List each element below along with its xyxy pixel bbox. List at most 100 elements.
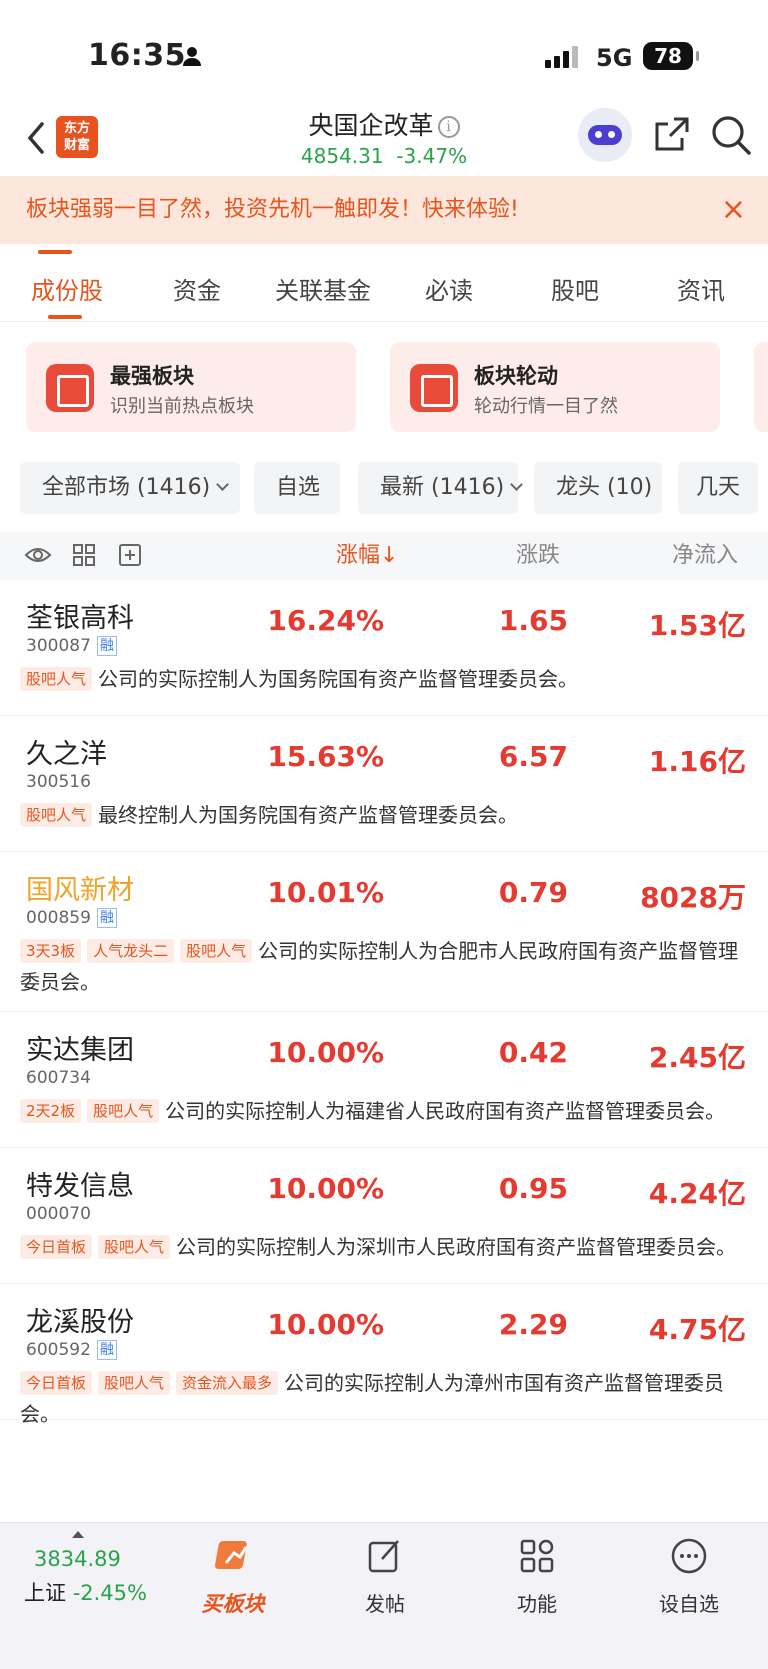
- tab-constituents[interactable]: 成份股: [0, 262, 134, 321]
- tab-related-funds[interactable]: 关联基金: [260, 262, 386, 321]
- stock-code: 300087: [26, 636, 91, 656]
- watchlist-filter[interactable]: 自选: [254, 462, 340, 514]
- card-title: 板块轮动: [474, 364, 558, 388]
- feature-cards: 最强板块 识别当前热点板块 板块轮动 轮动行情一目了然: [26, 342, 768, 432]
- stock-name: 龙溪股份: [26, 1307, 134, 1338]
- stock-change: 0.42: [498, 1036, 568, 1069]
- sector-rotation-card[interactable]: 板块轮动 轮动行情一目了然: [390, 342, 720, 432]
- latest-filter[interactable]: 最新 (1416): [358, 462, 524, 514]
- buy-sector-icon: [215, 1541, 248, 1569]
- stock-pct: 10.00%: [267, 1036, 384, 1069]
- eye-icon[interactable]: [24, 542, 52, 568]
- functions-button[interactable]: 功能: [492, 1537, 582, 1617]
- stock-row[interactable]: 实达集团 600734 10.00% 0.42 2.45亿 2天2板 股吧人气 公司的实际控制…: [0, 1012, 768, 1148]
- stock-code-line: 600734: [26, 1068, 91, 1088]
- stock-row[interactable]: 特发信息 000070 10.00% 0.95 4.24亿 今日首板 股吧人气 公司的实际控制…: [0, 1148, 768, 1284]
- info-icon[interactable]: i: [437, 116, 460, 138]
- stock-code: 600592: [26, 1340, 91, 1360]
- stock-tag: 股吧人气: [87, 1099, 160, 1123]
- market-filter[interactable]: 全部市场 (1416): [20, 462, 240, 514]
- stock-tagline: 股吧人气 最终控制人为国务院国有资产监督管理委员会。: [20, 800, 740, 831]
- stock-code-line: 300087 融: [26, 636, 117, 656]
- chart-icon: [46, 364, 94, 412]
- sort-desc-icon: ↓: [380, 543, 399, 568]
- stock-code: 600734: [26, 1068, 91, 1088]
- filter-label: 自选: [276, 475, 321, 500]
- stock-row[interactable]: 荃银高科 300087 融 16.24% 1.65 1.53亿 股吧人气 公司的实际控制人为国…: [0, 580, 768, 716]
- stock-change: 0.95: [498, 1172, 568, 1205]
- margin-badge: 融: [96, 1340, 117, 1360]
- header: 东方 财富 央国企改革 i 4854.31 -3.47%: [0, 100, 768, 176]
- battery-icon: 78: [643, 42, 699, 70]
- stock-pct: 10.00%: [267, 1308, 384, 1341]
- tab-funds-flow[interactable]: 资金: [134, 262, 260, 321]
- margin-badge: 融: [96, 908, 117, 928]
- stock-tag: 今日首板: [20, 1371, 93, 1395]
- close-icon[interactable]: ×: [721, 176, 746, 244]
- filter-label: 全部市场 (1416): [42, 475, 211, 500]
- stock-row[interactable]: 久之洋 300516 15.63% 6.57 1.16亿 股吧人气 最终控制人为国务院国有资…: [0, 716, 768, 852]
- share-icon[interactable]: [652, 114, 692, 154]
- tab-must-read[interactable]: 必读: [386, 262, 512, 321]
- column-pct[interactable]: 涨幅↓: [336, 532, 398, 580]
- stock-tag: 股吧人气: [180, 939, 253, 963]
- buy-sector-button[interactable]: 买板块: [188, 1537, 278, 1618]
- stock-name: 特发信息: [26, 1171, 134, 1202]
- stock-pct: 10.00%: [267, 1172, 384, 1205]
- stock-code-line: 000859 融: [26, 908, 117, 928]
- search-icon[interactable]: [710, 114, 752, 156]
- filter-label: 龙头 (10): [556, 475, 653, 500]
- stock-netflow: 4.75亿: [648, 1313, 746, 1346]
- stock-pct: 15.63%: [267, 740, 384, 773]
- caret-up-icon: [72, 1531, 84, 1538]
- compose-icon: [368, 1540, 399, 1573]
- signal-icon: [545, 44, 578, 68]
- tab-forum[interactable]: 股吧: [512, 262, 638, 321]
- leader-filter[interactable]: 龙头 (10): [534, 462, 662, 514]
- robot-assistant-icon[interactable]: [578, 108, 632, 162]
- column-change[interactable]: 涨跌: [516, 532, 560, 580]
- stock-row[interactable]: 国风新材 000859 融 10.01% 0.79 8028万 3天3板 人气龙头二 股吧人气公…: [0, 852, 768, 1012]
- stock-netflow: 8028万: [640, 881, 746, 914]
- stock-code-line: 600592 融: [26, 1340, 117, 1360]
- stock-tag: 股吧人气: [98, 1371, 171, 1395]
- stock-netflow: 4.24亿: [648, 1177, 746, 1210]
- card-desc: 轮动行情一目了然: [474, 396, 618, 417]
- chevron-down-icon: [510, 478, 524, 491]
- stock-name: 久之洋: [26, 739, 107, 770]
- post-button[interactable]: 发帖: [340, 1537, 430, 1617]
- person-icon: [183, 47, 201, 66]
- stock-netflow: 1.53亿: [648, 609, 746, 642]
- scroll-fade: [0, 1500, 768, 1522]
- stock-tagline: 2天2板 股吧人气 公司的实际控制人为福建省人民政府国有资产监督管理委员会。: [20, 1096, 740, 1127]
- stock-tag: 股吧人气: [20, 667, 93, 691]
- stock-list: 荃银高科 300087 融 16.24% 1.65 1.53亿 股吧人气 公司的实际控制人为国…: [0, 580, 768, 1426]
- stock-tagline: 今日首板 股吧人气 资金流入最多 公司的实际控制人为漳州市国有资产监督管理委员会。: [20, 1368, 740, 1430]
- column-pct-label: 涨幅: [336, 543, 381, 568]
- promo-banner[interactable]: 板块强弱一目了然，投资先机一触即发！快来体验! ×: [0, 176, 768, 244]
- tab-news[interactable]: 资讯: [638, 262, 764, 321]
- stock-tag: 今日首板: [20, 1235, 93, 1259]
- margin-badge: 融: [96, 636, 117, 656]
- grid-icon[interactable]: [70, 542, 98, 568]
- add-column-icon[interactable]: [116, 542, 144, 568]
- stock-row[interactable]: 龙溪股份 600592 融 10.00% 2.29 4.75亿 今日首板 股吧人气 资金流入最多…: [0, 1284, 768, 1426]
- stock-tag: 股吧人气: [98, 1235, 171, 1259]
- nav-label: 买板块: [201, 1592, 265, 1616]
- stock-pct: 10.01%: [267, 876, 384, 909]
- strongest-sector-card[interactable]: 最强板块 识别当前热点板块: [26, 342, 356, 432]
- market-index-value: 3834.89: [34, 1547, 121, 1571]
- column-header: 涨幅↓ 涨跌 净流入: [0, 532, 768, 580]
- chevron-down-icon: [216, 478, 230, 491]
- stock-netflow: 2.45亿: [648, 1041, 746, 1074]
- status-bar: 16:35 5G 78: [0, 0, 768, 110]
- card-title: 最强板块: [110, 364, 194, 388]
- market-index-name: 上证: [24, 1581, 66, 1605]
- days-filter[interactable]: 几天: [678, 462, 758, 514]
- next-card[interactable]: [754, 342, 768, 432]
- nav-label: 发帖: [365, 1592, 405, 1616]
- scroll-indicator: [38, 250, 72, 254]
- card-desc: 识别当前热点板块: [110, 396, 254, 417]
- column-netflow[interactable]: 净流入: [672, 532, 768, 580]
- add-watchlist-button[interactable]: 设自选: [644, 1537, 734, 1617]
